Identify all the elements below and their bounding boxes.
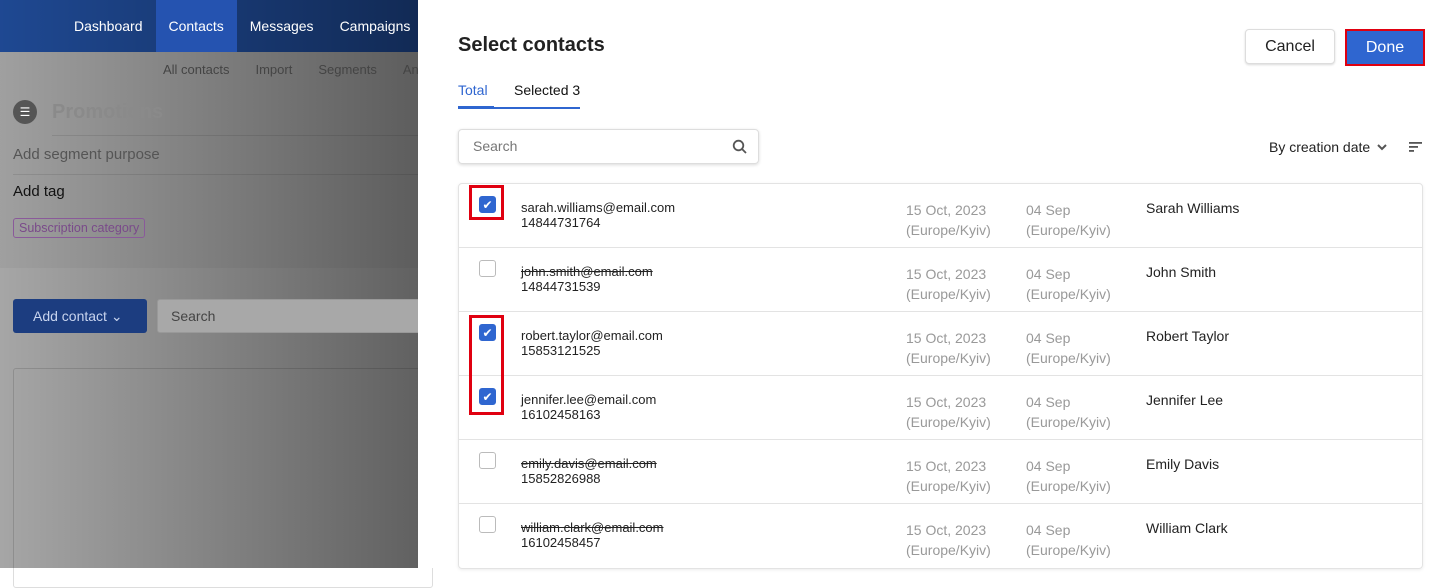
add-contact-label: Add contact: [33, 308, 107, 324]
contact-name: Jennifer Lee: [1146, 392, 1224, 408]
contact-phone: 16102458163: [521, 407, 601, 422]
secondary-timezone: (Europe/Kyiv): [1026, 478, 1111, 494]
created-timezone: (Europe/Kyiv): [906, 542, 991, 558]
secondary-date-value: 04 Sep: [1026, 522, 1071, 538]
search-placeholder: Search: [473, 138, 518, 154]
contact-name: William Clark: [1146, 520, 1228, 536]
created-date: 15 Oct, 2023 (Europe/Kyiv): [906, 456, 991, 496]
contact-name: Sarah Williams: [1146, 200, 1240, 216]
segment-title[interactable]: Promotions: [52, 101, 163, 124]
search-icon[interactable]: [732, 130, 748, 163]
search-input[interactable]: Search: [458, 129, 759, 164]
secondary-timezone: (Europe/Kyiv): [1026, 286, 1111, 302]
created-date: 15 Oct, 2023 (Europe/Kyiv): [906, 200, 991, 240]
chevron-down-icon: ⌄: [110, 308, 123, 324]
secondary-date-value: 04 Sep: [1026, 330, 1071, 346]
sort-order-icon[interactable]: [1408, 141, 1424, 153]
contact-row[interactable]: john.smith@email.com 14844731539 15 Oct,…: [459, 248, 1422, 312]
contact-name: Robert Taylor: [1146, 328, 1230, 344]
add-tag[interactable]: Add tag: [13, 183, 65, 200]
secondary-timezone: (Europe/Kyiv): [1026, 542, 1111, 558]
nav-contacts[interactable]: Contacts: [155, 0, 237, 52]
secondary-date-value: 04 Sep: [1026, 266, 1071, 282]
contact-row[interactable]: ✔ robert.taylor@email.com 15853121525 15…: [459, 312, 1422, 376]
created-date-value: 15 Oct, 2023: [906, 458, 987, 474]
contact-phone: 15852826988: [521, 471, 601, 486]
nav-messages[interactable]: Messages: [237, 0, 327, 52]
contact-row[interactable]: ✔ sarah.williams@email.com 14844731764 1…: [459, 184, 1422, 248]
sort-dropdown[interactable]: By creation date: [1269, 139, 1424, 155]
secondary-date: 04 Sep (Europe/Kyiv): [1026, 392, 1111, 432]
created-date-value: 15 Oct, 2023: [906, 266, 987, 282]
tabs: Total Selected 3: [458, 82, 581, 109]
secondary-date: 04 Sep (Europe/Kyiv): [1026, 264, 1111, 304]
created-date: 15 Oct, 2023 (Europe/Kyiv): [906, 520, 991, 560]
tab-selected[interactable]: Selected 3: [514, 82, 580, 107]
contact-row[interactable]: william.clark@email.com 16102458457 15 O…: [459, 504, 1422, 568]
created-timezone: (Europe/Kyiv): [906, 222, 991, 238]
contact-name: John Smith: [1146, 264, 1217, 280]
contact-phone: 14844731539: [521, 279, 601, 294]
done-button[interactable]: Done: [1345, 29, 1425, 66]
contact-email: sarah.williams@email.com: [521, 200, 676, 215]
chevron-down-icon: [1377, 144, 1387, 151]
contact-phone: 15853121525: [521, 343, 601, 358]
secondary-timezone: (Europe/Kyiv): [1026, 350, 1111, 366]
created-date: 15 Oct, 2023 (Europe/Kyiv): [906, 328, 991, 368]
contact-row[interactable]: ✔ jennifer.lee@email.com 16102458163 15 …: [459, 376, 1422, 440]
contact-phone: 16102458457: [521, 535, 601, 550]
subnav-import[interactable]: Import: [242, 62, 305, 77]
created-timezone: (Europe/Kyiv): [906, 414, 991, 430]
secondary-date: 04 Sep (Europe/Kyiv): [1026, 200, 1111, 240]
subscription-category-chip[interactable]: Subscription category: [13, 218, 146, 238]
created-date: 15 Oct, 2023 (Europe/Kyiv): [906, 392, 991, 432]
created-date-value: 15 Oct, 2023: [906, 394, 987, 410]
secondary-date-value: 04 Sep: [1026, 202, 1071, 218]
row-checkbox[interactable]: [479, 260, 496, 277]
subnav-all-contacts[interactable]: All contacts: [150, 62, 242, 77]
select-contacts-panel: Select contacts Cancel Done Total Select…: [418, 0, 1434, 569]
panel-title: Select contacts: [458, 34, 605, 56]
created-date-value: 15 Oct, 2023: [906, 330, 987, 346]
contact-row[interactable]: emily.davis@email.com 15852826988 15 Oct…: [459, 440, 1422, 504]
row-checkbox[interactable]: [479, 516, 496, 533]
secondary-date: 04 Sep (Europe/Kyiv): [1026, 328, 1111, 368]
segment-purpose[interactable]: Add segment purpose: [13, 146, 160, 163]
nav-campaigns[interactable]: Campaigns: [327, 0, 424, 52]
secondary-date-value: 04 Sep: [1026, 458, 1071, 474]
cancel-button[interactable]: Cancel: [1245, 29, 1335, 64]
secondary-date: 04 Sep (Europe/Kyiv): [1026, 520, 1111, 560]
sort-label: By creation date: [1269, 139, 1371, 155]
created-timezone: (Europe/Kyiv): [906, 350, 991, 366]
subnav-segments[interactable]: Segments: [305, 62, 390, 77]
created-date: 15 Oct, 2023 (Europe/Kyiv): [906, 264, 991, 304]
add-contact-button[interactable]: Add contact ⌄: [13, 299, 147, 333]
created-timezone: (Europe/Kyiv): [906, 286, 991, 302]
nav-dashboard[interactable]: Dashboard: [61, 0, 156, 52]
list-icon: ☰: [13, 100, 37, 124]
row-checkbox[interactable]: [479, 452, 496, 469]
secondary-timezone: (Europe/Kyiv): [1026, 414, 1111, 430]
tab-total[interactable]: Total: [458, 82, 494, 109]
created-date-value: 15 Oct, 2023: [906, 522, 987, 538]
secondary-timezone: (Europe/Kyiv): [1026, 222, 1111, 238]
contact-email: robert.taylor@email.com: [521, 328, 663, 343]
created-date-value: 15 Oct, 2023: [906, 202, 987, 218]
background-search-input[interactable]: Search: [157, 299, 457, 333]
highlight-box: [469, 185, 504, 220]
contact-email: william.clark@email.com: [521, 520, 664, 535]
highlight-box: [469, 315, 504, 415]
created-timezone: (Europe/Kyiv): [906, 478, 991, 494]
contact-email: jennifer.lee@email.com: [521, 392, 657, 407]
contact-name: Emily Davis: [1146, 456, 1220, 472]
secondary-date-value: 04 Sep: [1026, 394, 1071, 410]
contact-phone: 14844731764: [521, 215, 601, 230]
contacts-list: ✔ sarah.williams@email.com 14844731764 1…: [458, 183, 1423, 569]
contact-email: john.smith@email.com: [521, 264, 653, 279]
secondary-date: 04 Sep (Europe/Kyiv): [1026, 456, 1111, 496]
contact-email: emily.davis@email.com: [521, 456, 657, 471]
modal-overlay[interactable]: [0, 0, 418, 568]
sub-nav: All contacts Import Segments Ana: [150, 62, 439, 77]
